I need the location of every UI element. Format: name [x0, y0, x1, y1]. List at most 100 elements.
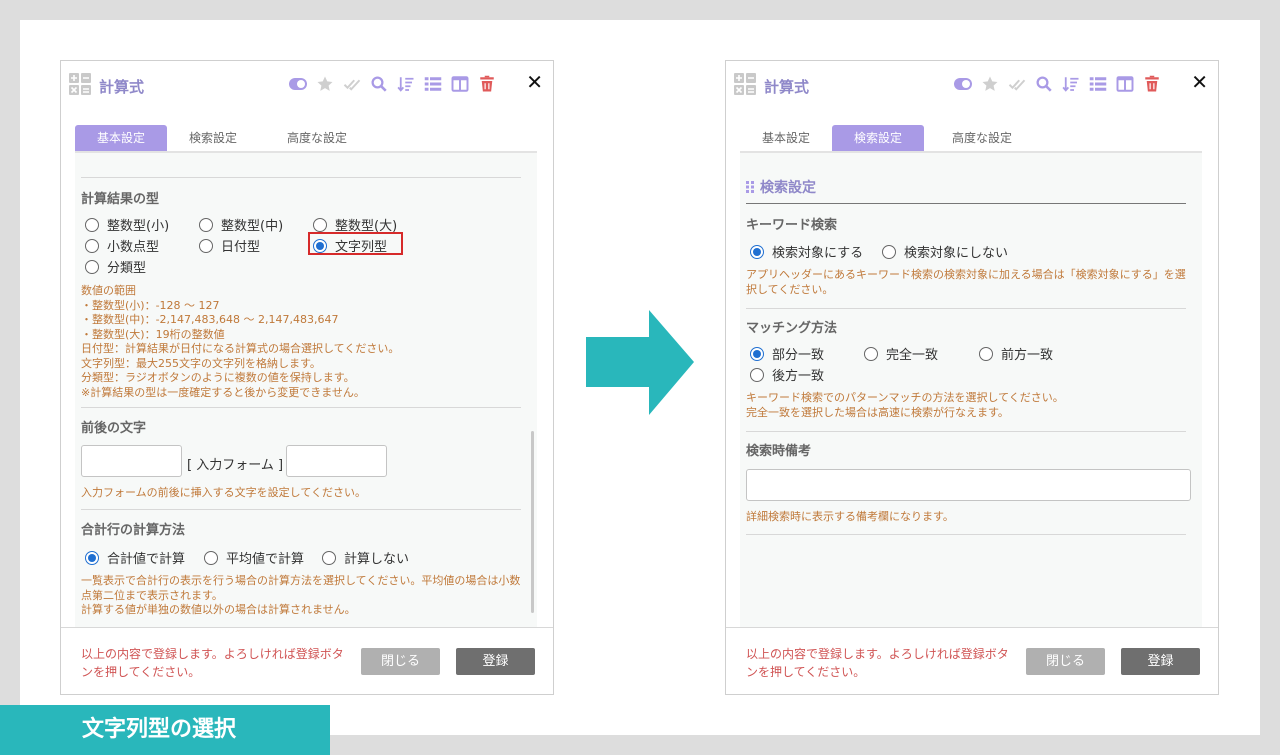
trash-icon[interactable] [478, 75, 496, 93]
double-check-icon[interactable] [343, 75, 361, 93]
prefix-input[interactable] [81, 445, 182, 477]
radio-circle [979, 346, 993, 361]
total-row-title: 合計行の計算方法 [81, 523, 186, 538]
radio-circle [199, 238, 213, 253]
panel-header: 計算式 ✕ [61, 61, 553, 109]
tab-advanced-settings[interactable]: 高度な設定 [926, 125, 1038, 151]
close-button[interactable]: 閉じる [361, 648, 440, 675]
sort-icon[interactable] [1062, 75, 1080, 93]
radio-suffix-match[interactable]: 後方一致 [750, 365, 824, 384]
caption-banner: 文字列型の選択 [0, 705, 330, 755]
total-row-note: 一覧表示で合計行の表示を行う場合の計算方法を選択してください。平均値の場合は小数… [81, 574, 521, 616]
radio-circle [85, 259, 99, 274]
tab-search-settings[interactable]: 検索設定 [167, 125, 259, 151]
list-icon[interactable] [424, 75, 442, 93]
divider [746, 534, 1186, 535]
star-icon[interactable] [981, 75, 999, 93]
tab-bar: 基本設定 検索設定 高度な設定 [740, 125, 1202, 153]
tab-basic-settings[interactable]: 基本設定 [740, 125, 832, 151]
affix-title: 前後の文字 [81, 421, 147, 436]
calc-result-type-title: 計算結果の型 [81, 192, 160, 207]
panel-title: 計算式 [764, 78, 810, 96]
footer-divider [61, 627, 553, 628]
radio-circle [750, 367, 764, 382]
suffix-input[interactable] [286, 445, 387, 477]
tab-search-settings[interactable]: 検索設定 [832, 125, 924, 151]
radio-date[interactable]: 日付型 [199, 236, 260, 255]
close-button[interactable]: 閉じる [1026, 648, 1105, 675]
radio-int-medium[interactable]: 整数型(中) [199, 215, 283, 234]
grip-icon [746, 181, 754, 193]
tab-bar: 基本設定 検索設定 高度な設定 [75, 125, 537, 153]
divider [81, 177, 521, 178]
radio-not-search-target[interactable]: 検索対象にしない [882, 242, 1008, 261]
formula-settings-panel-search: 計算式 ✕ 基本設定 検索設定 高度な設定 検索設定 キーワード検索 検索対象に… [725, 60, 1219, 695]
toggle-icon[interactable] [954, 78, 972, 90]
radio-circle-selected [750, 346, 764, 361]
search-remarks-input[interactable] [746, 469, 1191, 501]
radio-circle [85, 217, 99, 232]
matching-method-note: キーワード検索でのパターンマッチの方法を選択してください。 完全一致を選択した場… [746, 391, 1064, 419]
divider [81, 509, 521, 510]
settings-body: 検索設定 キーワード検索 検索対象にする 検索対象にしない アプリヘッダーにある… [740, 153, 1202, 627]
footer-divider [726, 627, 1218, 628]
toolbar [954, 73, 1161, 95]
radio-circle [204, 550, 218, 565]
radio-total-average[interactable]: 平均値で計算 [204, 548, 304, 567]
radio-category[interactable]: 分類型 [85, 257, 146, 276]
save-button[interactable]: 登録 [1121, 648, 1200, 675]
search-remarks-title: 検索時備考 [746, 444, 812, 459]
star-icon[interactable] [316, 75, 334, 93]
radio-partial-match[interactable]: 部分一致 [750, 344, 824, 363]
search-settings-heading: 検索設定 [760, 180, 816, 196]
trash-icon[interactable] [1143, 75, 1161, 93]
toolbar [289, 73, 496, 95]
radio-circle-selected [313, 238, 327, 253]
divider [746, 431, 1186, 432]
save-button[interactable]: 登録 [456, 648, 535, 675]
radio-circle [313, 217, 327, 232]
radio-search-target[interactable]: 検索対象にする [750, 242, 863, 261]
search-remarks-note: 詳細検索時に表示する備考欄になります。 [746, 510, 954, 523]
double-check-icon[interactable] [1008, 75, 1026, 93]
search-icon[interactable] [370, 75, 388, 93]
columns-icon[interactable] [1116, 75, 1134, 93]
search-icon[interactable] [1035, 75, 1053, 93]
heading-underline [746, 203, 1186, 204]
radio-string[interactable]: 文字列型 [313, 236, 387, 255]
radio-circle [85, 238, 99, 253]
close-icon[interactable]: ✕ [1191, 71, 1208, 93]
calc-result-type-note: 数値の範囲 ・整数型(小)：-128 〜 127 ・整数型(中)：-2,147,… [81, 284, 400, 399]
radio-circle-selected [85, 550, 99, 565]
toggle-icon[interactable] [289, 78, 307, 90]
panel-header: 計算式 ✕ [726, 61, 1218, 109]
close-icon[interactable]: ✕ [526, 71, 543, 93]
list-icon[interactable] [1089, 75, 1107, 93]
sort-icon[interactable] [397, 75, 415, 93]
tab-advanced-settings[interactable]: 高度な設定 [261, 125, 373, 151]
divider [746, 308, 1186, 309]
settings-body: 計算結果の型 整数型(小) 整数型(中) 整数型(大) 小数点型 日付型 文字列… [75, 153, 537, 627]
arrow-right-icon [586, 310, 694, 415]
tab-basic-settings[interactable]: 基本設定 [75, 125, 167, 151]
radio-decimal[interactable]: 小数点型 [85, 236, 159, 255]
footer-message: 以上の内容で登録します。よろしければ登録ボタ ンを押してください。 [746, 647, 1009, 679]
radio-total-none[interactable]: 計算しない [322, 548, 409, 567]
scrollbar[interactable] [531, 431, 534, 613]
radio-circle [199, 217, 213, 232]
radio-circle-selected [750, 244, 764, 259]
keyword-search-title: キーワード検索 [746, 218, 838, 233]
panel-title: 計算式 [99, 78, 145, 96]
radio-circle [864, 346, 878, 361]
calculator-icon [69, 73, 91, 95]
radio-int-small[interactable]: 整数型(小) [85, 215, 169, 234]
radio-exact-match[interactable]: 完全一致 [864, 344, 938, 363]
radio-prefix-match[interactable]: 前方一致 [979, 344, 1053, 363]
radio-total-sum[interactable]: 合計値で計算 [85, 548, 185, 567]
input-form-label: [ 入力フォーム ] [187, 458, 284, 473]
formula-settings-panel-basic: 計算式 ✕ 基本設定 検索設定 高度な設定 計算結果の型 整数型(小) 整数型(… [60, 60, 554, 695]
footer-message: 以上の内容で登録します。よろしければ登録ボタ ンを押してください。 [81, 647, 344, 679]
affix-note: 入力フォームの前後に挿入する文字を設定してください。 [81, 486, 367, 499]
columns-icon[interactable] [451, 75, 469, 93]
radio-circle [882, 244, 896, 259]
